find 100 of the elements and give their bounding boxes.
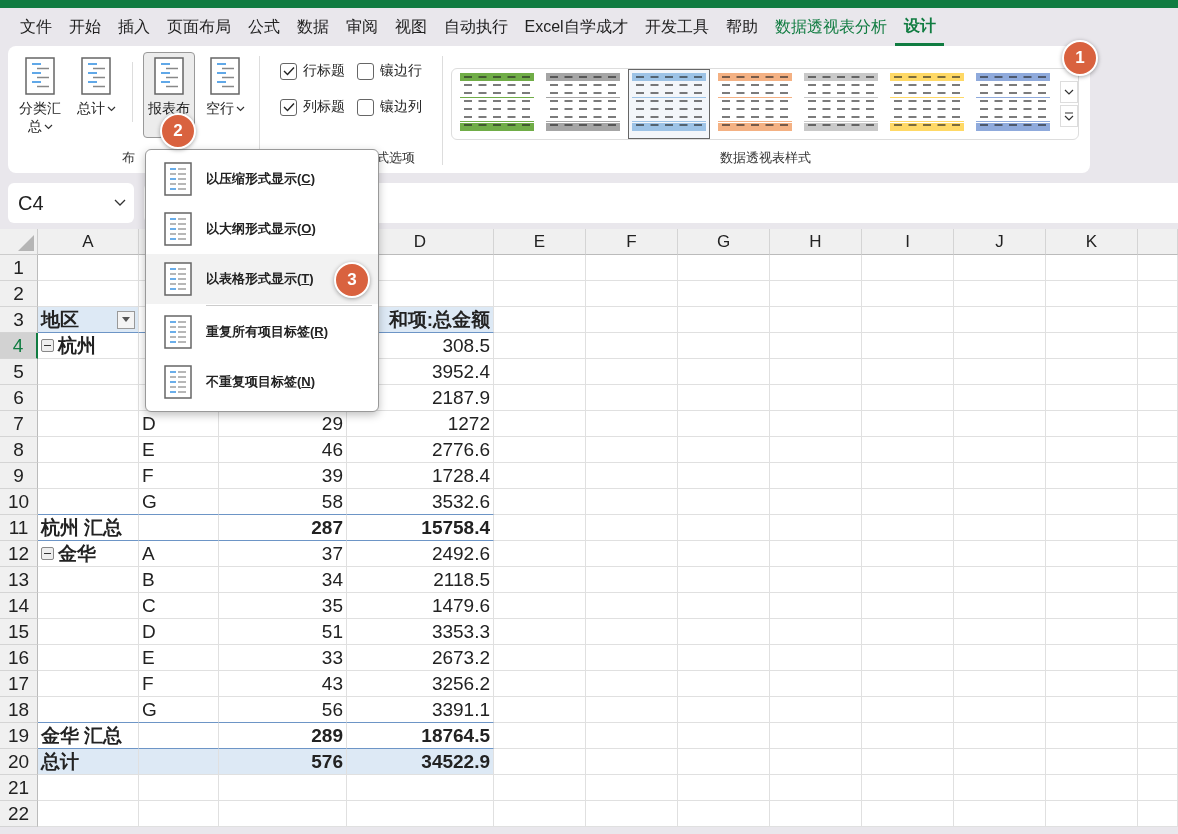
- column-header[interactable]: E: [494, 229, 586, 255]
- filter-dropdown-button[interactable]: [117, 310, 135, 329]
- more-styles-button[interactable]: [1060, 81, 1078, 103]
- row-header[interactable]: 3: [0, 307, 38, 333]
- ribbon-tab[interactable]: 审阅: [337, 8, 386, 46]
- row-header[interactable]: 12: [0, 541, 38, 567]
- checked-checkbox[interactable]: [280, 62, 297, 80]
- row-header[interactable]: 5: [0, 359, 38, 385]
- row-header[interactable]: 16: [0, 645, 38, 671]
- caret-icon: [106, 106, 116, 113]
- ribbon-tab[interactable]: 数据透视表分析: [766, 8, 896, 46]
- table-style-thumbnail[interactable]: [628, 69, 710, 139]
- column-header[interactable]: A: [38, 229, 139, 255]
- column-header[interactable]: J: [954, 229, 1046, 255]
- cell-text: 总计: [41, 750, 79, 774]
- ribbon-tab[interactable]: 页面布局: [158, 8, 239, 46]
- table-cell: E: [139, 645, 219, 671]
- ribbon-tab[interactable]: 开始: [60, 8, 109, 46]
- row-header[interactable]: 10: [0, 489, 38, 515]
- checkbox[interactable]: 镶边列: [357, 98, 422, 116]
- table-cell: [1138, 489, 1178, 515]
- menu-item[interactable]: 以压缩形式显示(C): [146, 154, 378, 204]
- row-header[interactable]: 17: [0, 671, 38, 697]
- table-cell: [1138, 307, 1178, 333]
- table-cell: 576: [219, 748, 347, 775]
- row-header[interactable]: 21: [0, 775, 38, 801]
- table-cell: 2118.5: [347, 567, 494, 593]
- checkbox-label: 列标题: [303, 98, 345, 116]
- row-header[interactable]: 9: [0, 463, 38, 489]
- table-cell: [1138, 697, 1178, 723]
- ribbon-tab[interactable]: Excel自学成才: [516, 8, 637, 46]
- column-header[interactable]: I: [862, 229, 954, 255]
- collapse-icon[interactable]: [41, 547, 54, 560]
- checkbox-label: 镶边行: [380, 62, 422, 80]
- row-header[interactable]: 22: [0, 801, 38, 827]
- ribbon-button[interactable]: 总计: [70, 52, 122, 138]
- row-header[interactable]: 11: [0, 515, 38, 541]
- table-cell: [1138, 775, 1178, 801]
- ribbon-tab[interactable]: 帮助: [717, 8, 767, 46]
- cell-text: 杭州: [58, 334, 96, 358]
- ribbon-tab[interactable]: 开发工具: [636, 8, 718, 46]
- table-cell: 56: [219, 697, 347, 723]
- row-header[interactable]: 2: [0, 281, 38, 307]
- table-cell: 37: [219, 540, 347, 567]
- row-header[interactable]: 20: [0, 749, 38, 775]
- table-cell: A: [139, 540, 219, 567]
- table-cell: [1138, 541, 1178, 567]
- row-header[interactable]: 4: [0, 333, 38, 359]
- table-cell: [1138, 255, 1178, 281]
- row-header[interactable]: 6: [0, 385, 38, 411]
- row-header[interactable]: 1: [0, 255, 38, 281]
- dropdown-arrow-icon: [122, 317, 130, 322]
- row-header[interactable]: 18: [0, 697, 38, 723]
- checkbox[interactable]: 镶边行: [357, 62, 422, 80]
- table-cell: [1138, 437, 1178, 463]
- row-header[interactable]: 7: [0, 411, 38, 437]
- table-cell: G: [139, 697, 219, 723]
- table-cell: 51: [219, 619, 347, 645]
- ribbon-tab[interactable]: 插入: [109, 8, 158, 46]
- ribbon-tab[interactable]: 公式: [239, 8, 288, 46]
- column-header[interactable]: H: [770, 229, 862, 255]
- ribbon-button[interactable]: 空行: [199, 52, 251, 138]
- ribbon-tab[interactable]: 自动执行: [435, 8, 516, 46]
- table-cell: 34: [219, 567, 347, 593]
- ribbon-tab[interactable]: 视图: [386, 8, 435, 46]
- layout-icon: [164, 212, 192, 246]
- row-header[interactable]: 19: [0, 723, 38, 749]
- ribbon-tab[interactable]: 数据: [288, 8, 337, 46]
- column-header[interactable]: G: [678, 229, 770, 255]
- layout-icon: [164, 365, 192, 399]
- column-header[interactable]: K: [1046, 229, 1138, 255]
- cell-text: 地区: [41, 308, 79, 332]
- row-header[interactable]: 14: [0, 593, 38, 619]
- row-header[interactable]: 13: [0, 567, 38, 593]
- checkbox[interactable]: [357, 62, 374, 80]
- expand-gallery-button[interactable]: [1060, 105, 1078, 127]
- checkbox[interactable]: 列标题: [280, 98, 345, 116]
- table-cell: 1728.4: [347, 463, 494, 489]
- document-icon: [25, 57, 55, 95]
- layout-icon: [164, 262, 192, 296]
- group-label: 数据透视表样式: [719, 149, 811, 167]
- table-cell: [1138, 593, 1178, 619]
- row-header[interactable]: 8: [0, 437, 38, 463]
- document-icon: [81, 57, 111, 95]
- ribbon-button[interactable]: 分类汇总: [14, 52, 66, 138]
- checkbox[interactable]: 行标题: [280, 62, 345, 80]
- column-header[interactable]: F: [586, 229, 678, 255]
- table-cell: 39: [219, 463, 347, 489]
- table-cell: B: [139, 567, 219, 593]
- table-cell: F: [139, 463, 219, 489]
- table-cell: D: [139, 619, 219, 645]
- layout-icon: [164, 162, 192, 196]
- table-cell: [1138, 567, 1178, 593]
- collapse-icon[interactable]: [41, 339, 54, 352]
- row-header[interactable]: 15: [0, 619, 38, 645]
- layout-icon: [164, 315, 192, 349]
- ribbon-tab[interactable]: 文件: [11, 8, 60, 46]
- checked-checkbox[interactable]: [280, 98, 297, 116]
- name-box[interactable]: C4: [8, 183, 134, 223]
- checkbox[interactable]: [357, 98, 374, 116]
